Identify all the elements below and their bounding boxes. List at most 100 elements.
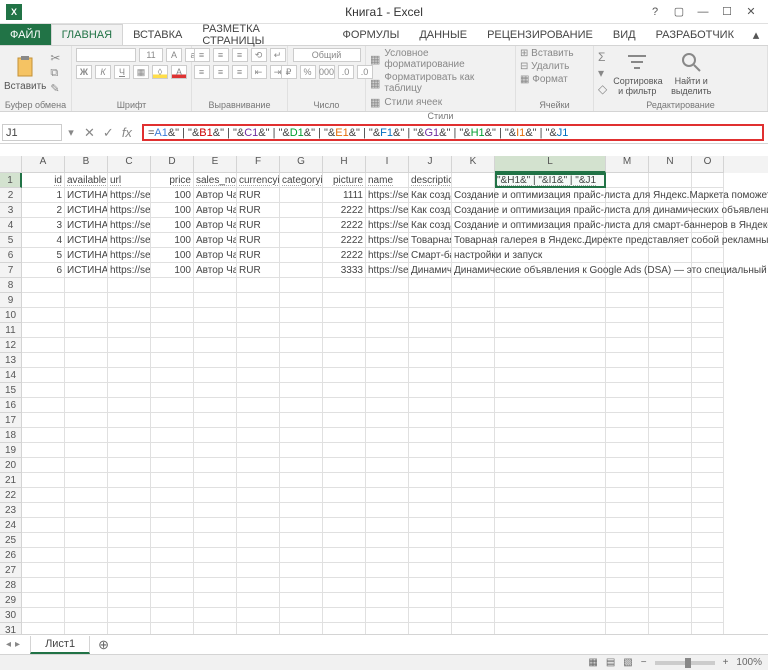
row-header[interactable]: 9 <box>0 293 22 308</box>
cell[interactable] <box>65 323 108 338</box>
cell[interactable]: Создание и оптимизация прайс-листа для с… <box>452 218 495 233</box>
cell[interactable] <box>237 353 280 368</box>
cell[interactable] <box>692 548 724 563</box>
cell[interactable] <box>692 458 724 473</box>
select-all-corner[interactable] <box>0 156 22 173</box>
cell[interactable] <box>108 368 151 383</box>
row-header[interactable]: 17 <box>0 413 22 428</box>
cell[interactable] <box>649 488 692 503</box>
cell[interactable]: https://se <box>366 233 409 248</box>
cell[interactable] <box>22 398 65 413</box>
autosum-icon[interactable]: Σ <box>598 50 607 64</box>
cell[interactable] <box>65 338 108 353</box>
cell[interactable] <box>323 533 366 548</box>
copy-icon[interactable]: ⧉ <box>50 67 60 80</box>
row-header[interactable]: 19 <box>0 443 22 458</box>
cell[interactable] <box>237 608 280 623</box>
cell[interactable] <box>151 398 194 413</box>
cell[interactable] <box>108 563 151 578</box>
cell[interactable] <box>22 443 65 458</box>
cell[interactable] <box>65 398 108 413</box>
cell[interactable] <box>151 323 194 338</box>
cell[interactable] <box>22 353 65 368</box>
tab-data[interactable]: ДАННЫЕ <box>409 24 477 45</box>
cell[interactable] <box>452 308 495 323</box>
cell[interactable] <box>495 278 606 293</box>
cell[interactable] <box>323 413 366 428</box>
italic-button[interactable]: К <box>95 65 111 79</box>
cell[interactable] <box>22 323 65 338</box>
cell[interactable] <box>280 548 323 563</box>
row-header[interactable]: 4 <box>0 218 22 233</box>
cell[interactable] <box>366 368 409 383</box>
new-sheet-icon[interactable]: ⊕ <box>90 637 117 653</box>
cell[interactable] <box>409 533 452 548</box>
cell[interactable] <box>366 443 409 458</box>
cell[interactable] <box>452 383 495 398</box>
tab-view[interactable]: ВИД <box>603 24 646 45</box>
cell[interactable] <box>108 338 151 353</box>
cell[interactable] <box>692 368 724 383</box>
cell[interactable] <box>280 593 323 608</box>
cell[interactable] <box>366 353 409 368</box>
format-table-icon[interactable]: ▦ <box>370 77 380 90</box>
cell[interactable] <box>692 443 724 458</box>
minimize-icon[interactable]: — <box>692 3 714 21</box>
cell[interactable]: name <box>366 173 409 188</box>
paste-button[interactable]: Вставить <box>4 55 46 92</box>
cell[interactable] <box>692 353 724 368</box>
spreadsheet-grid[interactable]: ABCDEFGHIJKLMNO 123456789101112131415161… <box>0 156 768 670</box>
cell[interactable]: RUR <box>237 188 280 203</box>
cell[interactable] <box>452 518 495 533</box>
cell[interactable] <box>65 533 108 548</box>
cell[interactable] <box>151 443 194 458</box>
row-header[interactable]: 26 <box>0 548 22 563</box>
cell[interactable]: ИСТИНА <box>65 188 108 203</box>
cell[interactable] <box>452 368 495 383</box>
cell[interactable] <box>151 428 194 443</box>
cell[interactable] <box>606 563 649 578</box>
cell[interactable] <box>366 338 409 353</box>
cell[interactable] <box>409 473 452 488</box>
cell[interactable] <box>649 428 692 443</box>
cell[interactable] <box>323 428 366 443</box>
cell[interactable] <box>194 593 237 608</box>
cell[interactable] <box>649 323 692 338</box>
cell[interactable] <box>409 488 452 503</box>
cell[interactable] <box>280 458 323 473</box>
name-box[interactable]: J1 <box>2 124 62 141</box>
cell[interactable] <box>194 368 237 383</box>
cell[interactable] <box>108 293 151 308</box>
cell[interactable]: RUR <box>237 218 280 233</box>
cell[interactable] <box>151 563 194 578</box>
cell[interactable] <box>452 593 495 608</box>
cell[interactable] <box>22 428 65 443</box>
row-header[interactable]: 29 <box>0 593 22 608</box>
cell[interactable] <box>649 458 692 473</box>
cell[interactable]: Создание и оптимизация прайс-листа для д… <box>452 203 495 218</box>
cell[interactable] <box>692 593 724 608</box>
cell[interactable] <box>692 503 724 518</box>
cell[interactable] <box>409 518 452 533</box>
cell[interactable] <box>692 293 724 308</box>
col-header-B[interactable]: B <box>65 156 108 173</box>
cell[interactable] <box>366 458 409 473</box>
cell[interactable]: Динамиче <box>409 263 452 278</box>
cell[interactable] <box>409 353 452 368</box>
cell[interactable] <box>495 563 606 578</box>
cell[interactable] <box>108 398 151 413</box>
cell[interactable] <box>649 443 692 458</box>
cell[interactable] <box>237 473 280 488</box>
cell[interactable] <box>151 473 194 488</box>
cell[interactable]: Автор Чан <box>194 233 237 248</box>
zoom-in-icon[interactable]: + <box>723 657 729 668</box>
cell[interactable] <box>65 458 108 473</box>
col-header-H[interactable]: H <box>323 156 366 173</box>
cell[interactable]: https://se <box>366 218 409 233</box>
cell[interactable] <box>22 383 65 398</box>
cell[interactable] <box>495 578 606 593</box>
cell[interactable] <box>280 398 323 413</box>
cell[interactable] <box>280 248 323 263</box>
cell[interactable]: 100 <box>151 233 194 248</box>
cell[interactable] <box>366 293 409 308</box>
